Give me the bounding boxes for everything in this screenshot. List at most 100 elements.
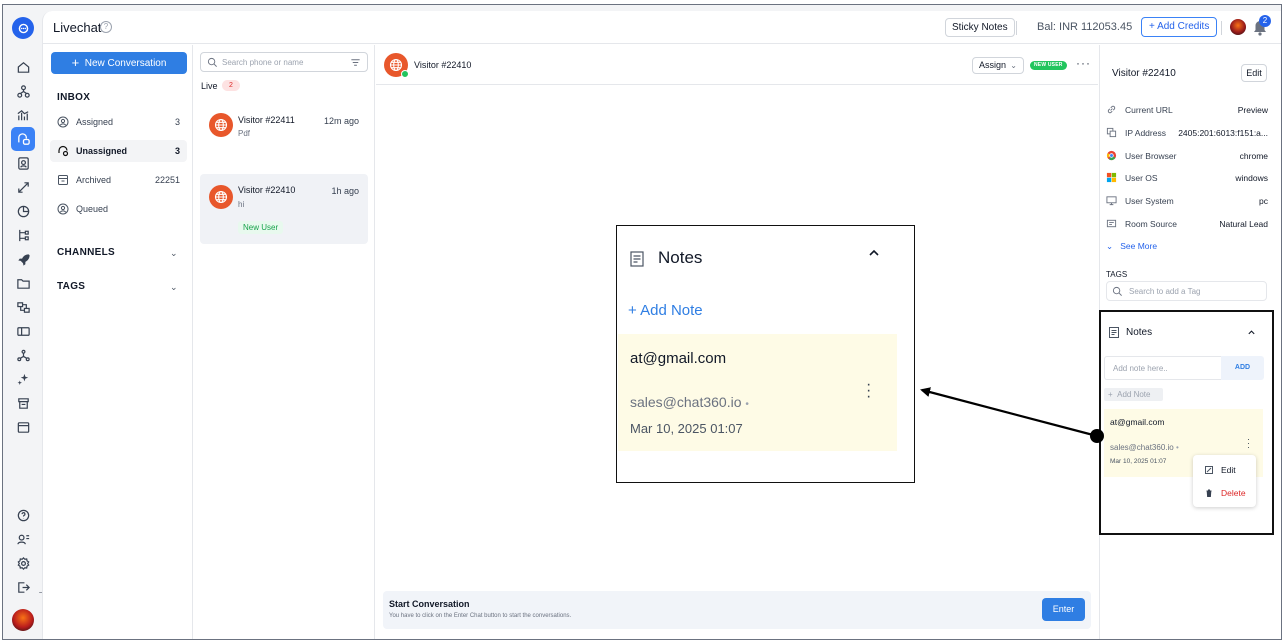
edit-visitor-button[interactable]: Edit <box>1241 64 1267 82</box>
flow-icon[interactable] <box>13 225 33 245</box>
help-circle-icon[interactable]: ? <box>100 21 112 33</box>
add-credits-button[interactable]: + Add Credits <box>1141 17 1218 37</box>
live-label: Live <box>201 81 218 91</box>
reports-pie-icon[interactable] <box>13 201 33 221</box>
network-icon[interactable] <box>13 345 33 365</box>
commerce-cart-icon[interactable] <box>13 393 33 413</box>
note-context-menu: Edit Delete <box>1193 455 1256 507</box>
add-credits-label: Add Credits <box>1157 21 1210 32</box>
detail-key: IP Address <box>1125 128 1166 138</box>
plus-icon: + <box>71 55 80 70</box>
rocket-icon[interactable] <box>13 249 33 269</box>
zoom-note-author: sales@chat360.io • <box>630 394 749 410</box>
detail-row-ip-address: IP Address 2405:201:6013:f151:a... <box>1106 126 1268 140</box>
zoom-note-date: Mar 10, 2025 01:07 <box>630 421 743 436</box>
headset-icon <box>58 145 69 157</box>
visitor-name: Visitor #22410 <box>1112 68 1176 79</box>
inbox-item-unassigned[interactable]: Unassigned 3 <box>50 140 187 162</box>
add-note-button[interactable]: + Add Note <box>1104 388 1163 401</box>
zoom-notes-title: Notes <box>658 248 703 267</box>
team-icon[interactable] <box>13 529 33 549</box>
filter-icon[interactable] <box>350 57 361 68</box>
hierarchy-icon[interactable] <box>13 81 33 101</box>
notes-panel: Notes Add note here.. ADD + Add Note at@… <box>1099 310 1274 535</box>
inbox-item-archived[interactable]: Archived 22251 <box>50 169 187 191</box>
campaign-icon[interactable] <box>13 177 33 197</box>
ticket-icon[interactable] <box>13 321 33 341</box>
user-avatar[interactable] <box>12 609 34 631</box>
plus-icon: + <box>1108 390 1118 399</box>
help-icon[interactable] <box>13 505 33 525</box>
ai-sparkle-icon[interactable] <box>13 369 33 389</box>
detail-key: User Browser <box>1125 151 1177 161</box>
page-title: Livechat <box>53 20 102 35</box>
app-window: → Livechat ? Sticky Notes Bal: INR 11205… <box>2 4 1282 640</box>
start-conversation-bar: Start Conversation You have to click on … <box>383 591 1091 629</box>
conversation-item-selected[interactable]: Visitor #22410 1h ago hi New User <box>200 174 368 244</box>
add-note-submit-button[interactable]: ADD <box>1221 356 1264 380</box>
chevron-down-icon: ⌄ <box>1106 241 1114 251</box>
add-note-label: Add Note <box>1117 390 1151 399</box>
zoom-note-text: at@gmail.com <box>630 350 727 367</box>
enter-chat-button[interactable]: Enter <box>1042 598 1085 621</box>
livechat-icon[interactable] <box>11 127 35 151</box>
channels-section-toggle[interactable]: CHANNELS <box>57 247 115 258</box>
more-options-icon[interactable]: ··· <box>1076 56 1091 70</box>
notes-title: Notes <box>1126 327 1153 338</box>
detail-row-user-browser: User Browser chrome <box>1106 149 1268 163</box>
chrome-icon <box>1106 150 1117 161</box>
home-icon[interactable] <box>13 57 33 77</box>
detail-key: Room Source <box>1125 219 1177 229</box>
folder-icon[interactable] <box>13 273 33 293</box>
icon-rail: → <box>3 5 48 639</box>
inbox-item-queued[interactable]: Queued <box>50 198 187 220</box>
conversation-list: Search phone or name Live 2 Visitor #224… <box>194 45 375 639</box>
conversation-item[interactable]: Visitor #22411 12m ago Pdf <box>200 101 368 151</box>
conversation-time: 1h ago <box>331 186 359 196</box>
see-more-link[interactable]: ⌄ See More <box>1106 241 1157 252</box>
assign-dropdown[interactable]: Assign ⌄ <box>972 57 1024 74</box>
trash-icon <box>1206 489 1212 497</box>
account-avatar[interactable] <box>1230 19 1246 35</box>
calendar-icon[interactable] <box>13 417 33 437</box>
tag-search-input[interactable]: Search to add a Tag <box>1106 281 1267 301</box>
note-text: at@gmail.com <box>1110 417 1165 427</box>
menu-item-label: Delete <box>1221 488 1246 498</box>
detail-key: Current URL <box>1125 105 1173 115</box>
top-header: Livechat ? Sticky Notes Bal: INR 112053.… <box>43 11 1281 44</box>
chat360-logo-icon[interactable] <box>12 17 34 39</box>
contacts-icon[interactable] <box>13 153 33 173</box>
inbox-item-assigned[interactable]: Assigned 3 <box>50 111 187 133</box>
divider <box>1016 21 1017 35</box>
archive-icon <box>58 175 68 185</box>
chevron-down-icon[interactable]: ⌄ <box>170 282 178 293</box>
note-date: Mar 10, 2025 01:07 <box>1110 458 1167 465</box>
see-more-label: See More <box>1120 241 1158 251</box>
note-input[interactable]: Add note here.. <box>1104 356 1223 380</box>
conversation-time: 12m ago <box>323 116 359 126</box>
live-count-badge: 2 <box>222 80 240 91</box>
new-conversation-label: New Conversation <box>84 58 167 69</box>
search-icon <box>207 57 217 67</box>
kebab-menu-icon[interactable]: · · · <box>1247 435 1250 452</box>
sticky-notes-button[interactable]: Sticky Notes <box>945 18 1015 37</box>
chevron-down-icon[interactable]: ⌄ <box>170 248 178 259</box>
dot-icon: • <box>1175 443 1179 452</box>
detail-value[interactable]: Preview <box>1238 105 1268 115</box>
globe-icon <box>209 185 233 209</box>
tags-section-toggle[interactable]: TAGS <box>57 281 85 292</box>
detail-row-user-os: User OS windows <box>1106 171 1268 185</box>
settings-icon[interactable] <box>13 553 33 573</box>
copy-icon[interactable] <box>1106 127 1117 138</box>
integrations-icon[interactable] <box>13 297 33 317</box>
start-conversation-title: Start Conversation <box>389 599 470 609</box>
chevron-up-icon[interactable] <box>1247 328 1256 337</box>
new-conversation-button[interactable]: + New Conversation <box>51 52 187 74</box>
logout-icon[interactable] <box>13 577 33 597</box>
conversation-search-input[interactable]: Search phone or name <box>200 52 368 72</box>
conversation-name: Visitor #22410 <box>238 185 296 195</box>
source-icon <box>1106 219 1117 228</box>
analytics-icon[interactable] <box>13 105 33 125</box>
detail-value: Natural Lead <box>1219 219 1268 229</box>
zoom-add-note: + Add Note <box>628 302 703 319</box>
